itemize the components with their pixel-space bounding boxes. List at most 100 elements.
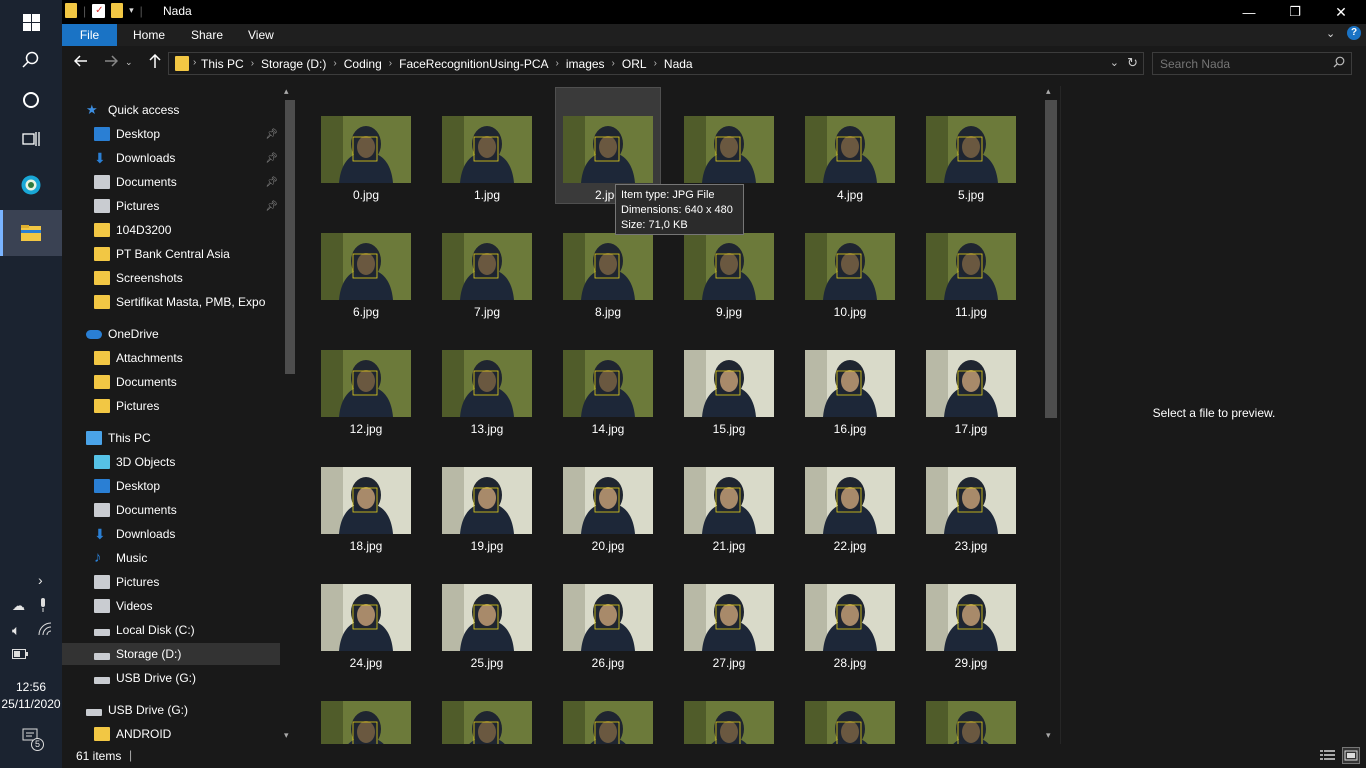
- clock-date[interactable]: 25/11/2020: [0, 697, 62, 711]
- nav-item[interactable]: Screenshots: [62, 267, 280, 289]
- file-thumbnail[interactable]: 22.jpg: [798, 439, 902, 554]
- file-thumbnail[interactable]: 0.jpg: [314, 88, 418, 203]
- scroll-down-arrow-icon[interactable]: ▾: [284, 730, 289, 741]
- crumb-separator-icon[interactable]: ›: [333, 58, 336, 69]
- file-thumbnail[interactable]: 15.jpg: [677, 322, 781, 437]
- file-thumbnail[interactable]: 5.jpg: [919, 88, 1023, 203]
- maximize-button[interactable]: ❐: [1272, 0, 1318, 24]
- tab-file[interactable]: File: [62, 24, 117, 46]
- back-button[interactable]: [73, 54, 88, 73]
- nav-item[interactable]: Sertifikat Masta, PMB, Expo: [62, 291, 280, 313]
- file-thumbnail[interactable]: 31.jpg: [435, 673, 539, 744]
- customize-toolbar-dropdown-icon[interactable]: ▾: [129, 5, 134, 16]
- file-thumbnail[interactable]: 7.jpg: [435, 205, 539, 320]
- file-thumbnail[interactable]: 6.jpg: [314, 205, 418, 320]
- file-thumbnail[interactable]: 18.jpg: [314, 439, 418, 554]
- forward-button[interactable]: [104, 54, 119, 73]
- crumb-separator-icon[interactable]: ›: [251, 58, 254, 69]
- nav-item[interactable]: Desktop 📌︎: [62, 123, 280, 145]
- file-thumbnail[interactable]: 10.jpg: [798, 205, 902, 320]
- tab-view[interactable]: View: [234, 24, 288, 46]
- address-chevron-icon[interactable]: ›: [193, 57, 196, 68]
- crumb-separator-icon[interactable]: ›: [556, 58, 559, 69]
- file-thumbnail[interactable]: 17.jpg: [919, 322, 1023, 437]
- file-thumbnail[interactable]: 26.jpg: [556, 556, 660, 671]
- nav-item[interactable]: PT Bank Central Asia: [62, 243, 280, 265]
- nav-item[interactable]: ⬇ Downloads: [62, 523, 280, 545]
- up-button[interactable]: [148, 53, 162, 73]
- file-thumbnail[interactable]: 25.jpg: [435, 556, 539, 671]
- nav-item[interactable]: Storage (D:): [62, 643, 280, 665]
- large-icons-view-button[interactable]: [1342, 747, 1360, 764]
- search-box[interactable]: [1152, 52, 1352, 75]
- file-thumbnail[interactable]: 1.jpg: [435, 88, 539, 203]
- nav-item[interactable]: Pictures: [62, 395, 280, 417]
- action-center-button[interactable]: 5: [22, 728, 44, 751]
- nav-item[interactable]: USB Drive (G:): [62, 667, 280, 689]
- nav-item[interactable]: Pictures: [62, 571, 280, 593]
- nav-item[interactable]: OneDrive: [62, 323, 280, 345]
- nav-item[interactable]: 3D Objects: [62, 451, 280, 473]
- file-thumbnail[interactable]: 35.jpg: [919, 673, 1023, 744]
- properties-icon[interactable]: ✓: [92, 3, 106, 18]
- scroll-down-arrow-icon[interactable]: ▾: [1046, 730, 1051, 741]
- crumb-separator-icon[interactable]: ›: [389, 58, 392, 69]
- nav-item[interactable]: Local Disk (C:): [62, 619, 280, 641]
- file-thumbnail[interactable]: 32.jpg: [556, 673, 660, 744]
- crumb-facerecognition[interactable]: FaceRecognitionUsing-PCA: [399, 57, 548, 71]
- address-bar[interactable]: › This PC › Storage (D:) › Coding › FaceRec…: [168, 52, 1144, 75]
- cortana-button[interactable]: [0, 78, 62, 122]
- navigation-scrollbar-thumb[interactable]: [285, 100, 295, 374]
- task-view-button[interactable]: [0, 117, 62, 161]
- crumb-separator-icon[interactable]: ›: [612, 58, 615, 69]
- volume-icon[interactable]: 🔈︎: [12, 622, 20, 639]
- crumb-nada[interactable]: Nada: [664, 57, 693, 71]
- file-thumbnail[interactable]: 13.jpg: [435, 322, 539, 437]
- file-thumbnail[interactable]: 20.jpg: [556, 439, 660, 554]
- onedrive-tray-icon[interactable]: ☁: [12, 598, 25, 614]
- app-camera-button[interactable]: [0, 163, 62, 207]
- nav-item[interactable]: ★ Quick access: [62, 99, 280, 121]
- file-thumbnail[interactable]: 12.jpg: [314, 322, 418, 437]
- recent-locations-chevron-icon[interactable]: ⌄: [125, 57, 133, 68]
- file-thumbnail[interactable]: 14.jpg: [556, 322, 660, 437]
- nav-item[interactable]: Documents: [62, 371, 280, 393]
- nav-item[interactable]: Documents 📌︎: [62, 171, 280, 193]
- nav-item[interactable]: Videos: [62, 595, 280, 617]
- new-folder-icon[interactable]: [111, 3, 124, 18]
- search-icon[interactable]: [1333, 56, 1345, 71]
- title-bar[interactable]: | ✓ ▾ | Nada — ❐ ✕: [62, 0, 1366, 24]
- file-thumbnail[interactable]: 11.jpg: [919, 205, 1023, 320]
- navigation-scrollbar[interactable]: ▴ ▾: [282, 86, 296, 744]
- nav-item[interactable]: ⬇ Downloads 📌︎: [62, 147, 280, 169]
- nav-item[interactable]: ♪ Music: [62, 547, 280, 569]
- tab-share[interactable]: Share: [177, 24, 237, 46]
- details-view-icon[interactable]: [1320, 749, 1335, 765]
- crumb-orl[interactable]: ORL: [622, 57, 647, 71]
- wifi-icon[interactable]: [38, 622, 52, 639]
- scroll-up-arrow-icon[interactable]: ▴: [1046, 86, 1051, 97]
- battery-icon[interactable]: [12, 646, 28, 662]
- close-button[interactable]: ✕: [1318, 0, 1364, 24]
- file-thumbnail[interactable]: 21.jpg: [677, 439, 781, 554]
- nav-item[interactable]: Pictures 📌︎: [62, 195, 280, 217]
- file-thumbnail[interactable]: 29.jpg: [919, 556, 1023, 671]
- address-dropdown-chevron-icon[interactable]: ⌄: [1110, 56, 1119, 69]
- microphone-icon[interactable]: [38, 597, 48, 616]
- nav-item[interactable]: Desktop: [62, 475, 280, 497]
- nav-item[interactable]: This PC: [62, 427, 280, 449]
- scroll-up-arrow-icon[interactable]: ▴: [284, 86, 289, 97]
- file-thumbnail[interactable]: 30.jpg: [314, 673, 418, 744]
- crumb-storage-d[interactable]: Storage (D:): [261, 57, 326, 71]
- file-thumbnail[interactable]: 27.jpg: [677, 556, 781, 671]
- nav-item[interactable]: USB Drive (G:): [62, 699, 280, 721]
- file-thumbnail[interactable]: 28.jpg: [798, 556, 902, 671]
- clock-time[interactable]: 12:56: [0, 680, 62, 694]
- taskbar-search-button[interactable]: [0, 38, 62, 82]
- file-explorer-taskbar-button[interactable]: [0, 210, 62, 256]
- help-icon[interactable]: ?: [1347, 26, 1361, 40]
- nav-item[interactable]: Documents: [62, 499, 280, 521]
- file-thumbnail[interactable]: 4.jpg: [798, 88, 902, 203]
- search-input[interactable]: [1153, 53, 1323, 74]
- crumb-this-pc[interactable]: This PC: [201, 57, 244, 71]
